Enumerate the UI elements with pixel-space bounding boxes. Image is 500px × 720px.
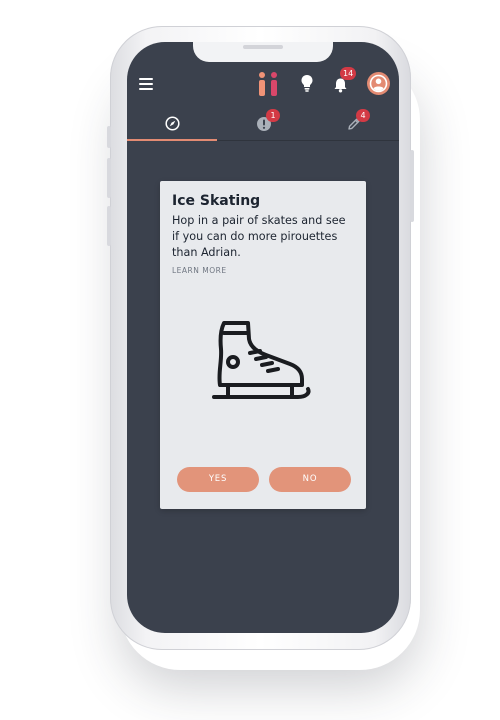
compass-icon xyxy=(165,116,180,131)
menu-icon[interactable] xyxy=(139,78,153,90)
no-button[interactable]: NO xyxy=(269,467,351,492)
tab-bar: 1 4 xyxy=(127,109,399,141)
app-logo-icon xyxy=(259,72,277,96)
tab-edit[interactable]: 4 xyxy=(309,109,399,140)
lightbulb-icon[interactable] xyxy=(300,74,314,92)
phone-speaker xyxy=(243,45,283,49)
app-screen: 14 1 4 Ice Skating Hop in a pair of skat… xyxy=(127,42,399,633)
tab-alerts-badge: 1 xyxy=(266,109,280,122)
phone-side-button-left-2 xyxy=(107,158,111,198)
tab-edit-badge: 4 xyxy=(356,109,370,122)
phone-side-button-right xyxy=(410,150,414,222)
yes-button[interactable]: YES xyxy=(177,467,259,492)
phone-notch xyxy=(193,42,333,62)
activity-card: Ice Skating Hop in a pair of skates and … xyxy=(160,181,366,509)
tab-alerts[interactable]: 1 xyxy=(218,109,308,140)
card-description: Hop in a pair of skates and see if you c… xyxy=(172,214,346,259)
stage: 14 1 4 Ice Skating Hop in a pair of skat… xyxy=(0,0,500,720)
phone-side-button-left-3 xyxy=(107,206,111,246)
avatar[interactable] xyxy=(367,72,390,95)
tab-explore[interactable] xyxy=(127,110,217,141)
card-title: Ice Skating xyxy=(172,193,261,209)
notification-badge: 14 xyxy=(340,67,357,80)
phone-side-button-left-1 xyxy=(107,126,111,148)
user-icon xyxy=(369,74,388,93)
learn-more-link[interactable]: LEARN MORE xyxy=(172,266,227,275)
top-bar: 14 xyxy=(127,66,399,102)
ice-skate-icon xyxy=(212,321,311,399)
tab-active-indicator xyxy=(127,139,217,141)
